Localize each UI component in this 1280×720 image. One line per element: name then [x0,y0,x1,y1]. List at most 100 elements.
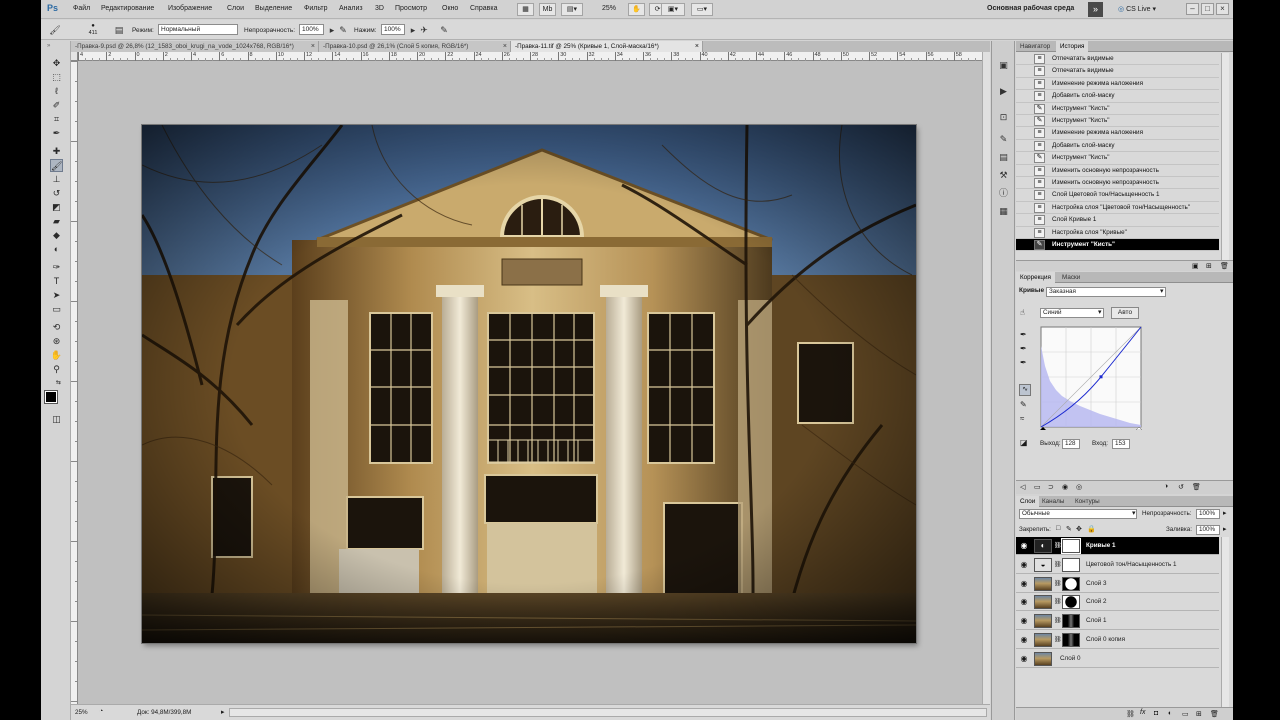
layer-name[interactable]: Слой 2 [1086,593,1107,611]
vertical-ruler[interactable] [71,61,78,704]
workspace-switcher[interactable]: Основная рабочая среда [987,5,1074,12]
mask-link-icon[interactable]: ⛓ [1054,561,1062,568]
zoom-level[interactable]: 25% [594,3,624,16]
close-icon[interactable]: × [311,41,315,52]
layer-name[interactable]: Цветовой тон/Насыщенность 1 [1086,556,1176,574]
history-row[interactable]: ✎ Инструмент "Кисть" [1016,103,1219,115]
blend-mode-select[interactable]: Нормальный [158,24,238,35]
layer-blend-mode-select[interactable]: Обычные [1019,509,1137,519]
eyedropper-gray-icon[interactable]: ✒ [1020,344,1027,353]
canvas-horizontal-scrollbar[interactable] [229,708,987,717]
close-button[interactable]: × [1216,3,1229,15]
layer-row[interactable]: ◉ ⛓ Слой 2 [1016,593,1219,612]
healing-brush-tool-icon[interactable]: ✚ [50,145,63,158]
mask-link-icon[interactable]: ⛓ [1054,617,1062,624]
tab-masks[interactable]: Маски [1058,272,1084,283]
layer-name[interactable]: Слой 0 копия [1086,631,1125,649]
menu-window[interactable]: Окно [442,5,458,12]
eyedropper-tool-icon[interactable]: ✒ [50,127,63,140]
collapse-tools-icon[interactable]: » [47,43,50,49]
brush-presets-panel-icon[interactable]: ✎ [997,133,1010,145]
previous-state-icon[interactable]: ◑ [1164,483,1168,490]
history-row[interactable]: ≡ Изменить основную непрозрачность [1016,165,1219,177]
pressure-input[interactable]: 100% [381,24,405,35]
history-row[interactable]: ≡ Слой Цветовой тон/Насыщенность 1 [1016,189,1219,202]
history-row[interactable]: ≡ Изменение режима наложения [1016,127,1219,140]
history-row[interactable]: ✎ Инструмент "Кисть" [1016,152,1219,165]
add-mask-icon[interactable]: ◘ [1154,710,1158,717]
menu-layers[interactable]: Слои [227,5,244,12]
layer-row[interactable]: ◉ ⛓ Слой 0 копия [1016,631,1219,649]
layer-mask-thumbnail[interactable] [1061,538,1081,554]
eyedropper-white-icon[interactable]: ✒ [1020,358,1027,367]
curves-graph[interactable] [1040,326,1142,430]
lock-transparency-icon[interactable]: □ [1056,525,1060,532]
menu-analysis[interactable]: Анализ [339,5,363,12]
layer-style-icon[interactable]: fx [1140,709,1145,716]
layer-mask-thumbnail[interactable] [1062,576,1080,591]
opacity-input[interactable]: 100% [299,24,324,35]
hand-tool-icon[interactable]: ✋ [50,349,63,362]
airbrush-icon[interactable]: ✈ [418,24,430,36]
layer-name[interactable]: Кривые 1 [1086,537,1116,555]
crop-tool-icon[interactable]: ⌗ [50,113,63,126]
input-input[interactable]: 153 [1112,439,1130,449]
tab-layers[interactable]: Слои [1016,496,1040,507]
type-tool-icon[interactable]: T [50,275,63,288]
history-row[interactable]: ≡ Настройка слоя "Кривые" [1016,227,1219,239]
layer-name[interactable]: Слой 0 [1060,650,1081,668]
layer-mask-thumbnail[interactable] [1062,633,1080,647]
history-row[interactable]: ≡ Изменить основную непрозрачность [1016,177,1219,190]
tab-history[interactable]: История [1056,41,1089,52]
layers-scrollbar[interactable] [1221,537,1229,707]
history-row[interactable]: ✎ Инструмент "Кисть" [1016,115,1219,128]
menu-view[interactable]: Просмотр [395,5,427,12]
menu-3d[interactable]: 3D [375,5,384,12]
maximize-button[interactable]: □ [1201,3,1214,15]
hue-saturation-adjustment-icon[interactable]: ◒ [1034,557,1052,572]
history-row[interactable]: ≡ Добавить слой-маску [1016,140,1219,153]
link-layers-icon[interactable]: ⛓ [1126,710,1135,718]
shape-tool-icon[interactable]: ▭ [50,303,63,316]
lasso-tool-icon[interactable]: ℓ [50,85,63,98]
layer-row[interactable]: ◉ ◒ ⛓ Цветовой тон/Насыщенность 1 [1016,555,1219,574]
layer-mask-thumbnail[interactable] [1062,557,1080,572]
layer-thumbnail[interactable] [1034,576,1052,591]
layer-comps-panel-icon[interactable]: ▤ [997,151,1010,163]
new-adjustment-layer-icon[interactable]: ◐ [1168,710,1172,717]
history-row[interactable]: ≡ Отпечатать видимые [1016,65,1219,78]
channel-select[interactable]: Синий [1040,308,1104,318]
trash-icon[interactable]: 🗑 [1210,710,1219,718]
visibility-eye-icon[interactable]: ◉ [1019,635,1029,645]
fill-input[interactable]: 100% [1196,525,1220,535]
tool-presets-panel-icon[interactable]: ⚒ [997,169,1010,181]
layer-row[interactable]: ◉ ◐ ⛓ Кривые 1 [1016,537,1219,555]
history-scrollbar[interactable] [1221,53,1229,260]
horizontal-ruler[interactable]: 4 2 0 2 4 6 8 10 12 14 16 18 20 22 24 26 28 30 32 34 36 38 40 4… [78,52,982,61]
tab-adjustments[interactable]: Коррекция [1016,272,1055,283]
mask-link-icon[interactable]: ⛓ [1054,598,1062,605]
view-extras-button[interactable]: ▤▾ [561,3,583,16]
document-image[interactable] [140,124,917,644]
status-menu-icon[interactable]: ▸ [221,708,225,716]
menu-help[interactable]: Справка [470,5,497,12]
clone-source-panel-icon[interactable]: ⊡ [997,111,1010,123]
screen-mode-button[interactable]: ▭▾ [691,3,713,16]
dodge-tool-icon[interactable]: ◐ [50,243,63,256]
info-panel-icon[interactable]: ⓘ [997,187,1010,199]
layer-mask-thumbnail[interactable] [1062,595,1080,610]
visibility-eye-icon[interactable]: ◉ [1019,597,1029,607]
eyedropper-black-icon[interactable]: ✒ [1020,330,1027,339]
visibility-eye-icon[interactable]: ◉ [1062,483,1068,491]
minibridge-button[interactable]: Mb [539,3,556,16]
mask-link-icon[interactable]: ⛓ [1054,580,1062,587]
brush-tool-preset-icon[interactable]: 🖌 [49,24,61,36]
layer-thumbnail[interactable] [1034,633,1052,647]
layer-thumbnail[interactable] [1034,614,1052,629]
history-row[interactable]: ≡ Добавить слой-маску [1016,90,1219,103]
menu-image[interactable]: Изображение [168,5,212,12]
swatches-panel-icon[interactable]: ▦ [997,205,1010,217]
view-previous-state-icon[interactable]: ◎ [1076,483,1082,491]
layer-name[interactable]: Слой 1 [1086,612,1107,630]
arrange-documents-button[interactable]: ▣▾ [661,3,685,16]
